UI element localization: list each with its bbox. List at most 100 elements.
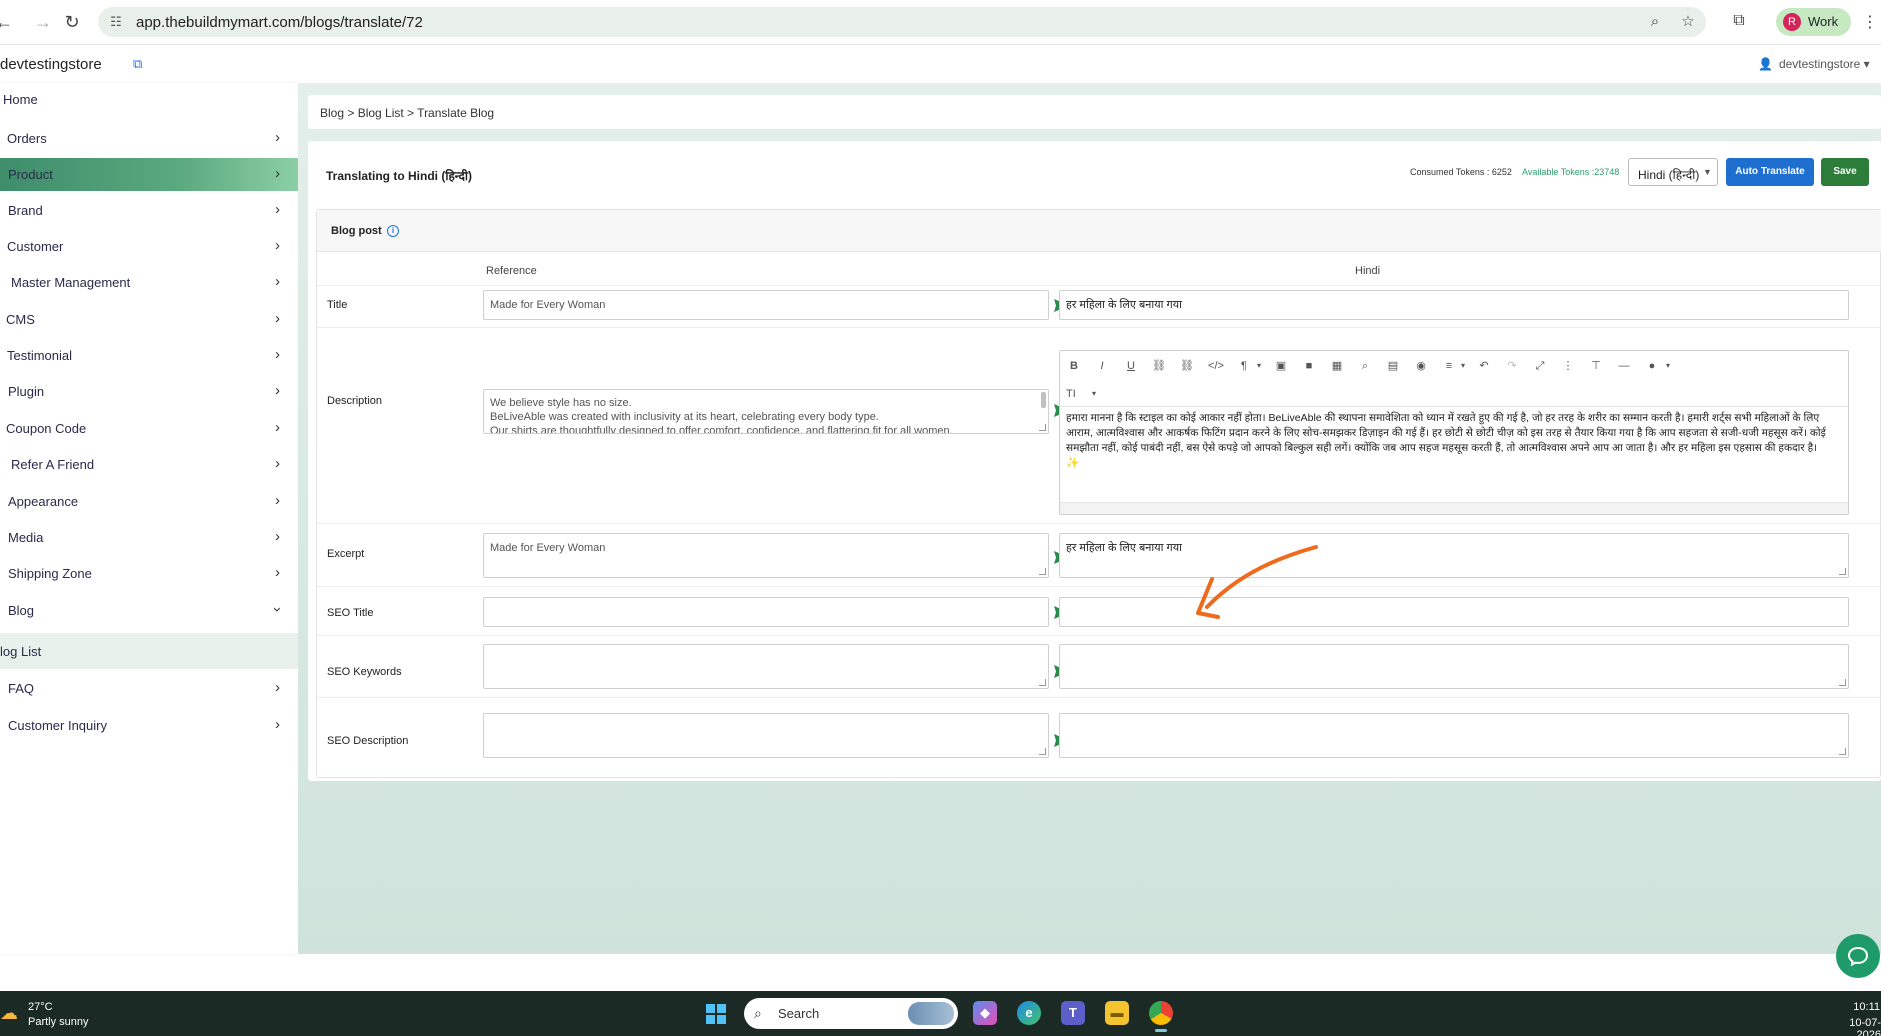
bold-icon[interactable]: B	[1066, 359, 1082, 373]
sidebar-item-master-management[interactable]: Master Management ›	[0, 266, 298, 300]
sidebar-item-plugin[interactable]: Plugin ›	[0, 375, 298, 409]
sidebar-item-customer-inquiry[interactable]: Customer Inquiry ›	[0, 709, 298, 743]
copilot-app-icon[interactable]: ◆	[973, 1001, 997, 1025]
divider	[317, 285, 1881, 286]
sidebar-item-shipping-zone[interactable]: Shipping Zone ›	[0, 557, 298, 591]
field-value: Made for Every Woman	[490, 299, 606, 311]
sidebar-item-media[interactable]: Media ›	[0, 521, 298, 555]
profile-chip[interactable]: R Work	[1776, 8, 1851, 36]
reload-icon[interactable]: ↻	[62, 12, 82, 32]
browser-menu-icon[interactable]: ⋮	[1862, 12, 1878, 32]
document-icon[interactable]: ▤	[1385, 359, 1401, 373]
chevron-right-icon: ›	[275, 528, 280, 545]
fullscreen-icon[interactable]: ⤢	[1532, 359, 1548, 373]
hindi-description-editor[interactable]: B I U ⛓ ⛓ </> ¶ ▾ ▣ ■ ▦ ⌕ ▤ ◉ ≡ ▾ ↶ ↷ ⤢ …	[1059, 350, 1849, 515]
breadcrumb-text[interactable]: Blog > Blog List > Translate Blog	[320, 106, 494, 120]
sidebar-item-appearance[interactable]: Appearance ›	[0, 485, 298, 519]
edge-app-icon[interactable]: e	[1017, 1001, 1041, 1025]
chevron-down-icon[interactable]: ▾	[1251, 359, 1267, 373]
user-menu[interactable]: 👤 devtestingstore ▾	[1758, 57, 1870, 71]
language-select[interactable]: Hindi (हिन्दी) ▼	[1628, 158, 1718, 186]
hindi-title-field[interactable]: हर महिला के लिए बनाया गया	[1059, 290, 1849, 320]
sidebar-item-label: Media	[8, 530, 44, 545]
sidebar-item-testimonial[interactable]: Testimonial ›	[0, 339, 298, 373]
sidebar-item-label: Plugin	[8, 384, 45, 399]
paragraph-icon[interactable]: ¶	[1236, 359, 1252, 373]
sidebar-item-coupon-code[interactable]: Coupon Code ›	[0, 412, 298, 446]
info-icon[interactable]: i	[387, 225, 399, 237]
chat-widget-button[interactable]	[1836, 934, 1880, 978]
preview-icon[interactable]: ◉	[1413, 359, 1429, 373]
url-text[interactable]: app.thebuildmymart.com/blogs/translate/7…	[136, 14, 423, 31]
weather-icon[interactable]: ☁	[0, 1003, 20, 1023]
address-bar[interactable]: ☷ app.thebuildmymart.com/blogs/translate…	[98, 7, 1706, 37]
language-value: Hindi (हिन्दी)	[1638, 168, 1700, 182]
chevron-down-icon[interactable]: ▾	[1086, 387, 1102, 401]
redo-icon[interactable]: ↷	[1504, 359, 1520, 373]
sidebar-item-cms[interactable]: CMS ›	[0, 303, 298, 337]
sidebar-item-label: Customer	[7, 239, 64, 254]
taskbar-search[interactable]: ⌕ Search	[744, 998, 958, 1029]
format-paint-icon[interactable]: ⊤	[1588, 359, 1604, 373]
back-icon[interactable]: ←	[0, 12, 14, 32]
sidebar-item-refer-a-friend[interactable]: Refer A Friend ›	[0, 448, 298, 482]
bookmark-star-icon[interactable]: ☆	[1679, 13, 1697, 31]
table-icon[interactable]: ▦	[1329, 359, 1345, 373]
link-icon[interactable]: ⛓	[1151, 359, 1167, 373]
more-icon[interactable]: ⋮	[1560, 359, 1576, 373]
hindi-seo-title-field[interactable]	[1059, 597, 1849, 627]
find-icon[interactable]: ⌕	[1357, 359, 1373, 373]
zoom-icon[interactable]: ⌕	[1646, 13, 1664, 31]
sidebar-item-customer[interactable]: Customer ›	[0, 230, 298, 264]
available-tokens: Available Tokens :23748	[1522, 167, 1620, 177]
external-link-icon[interactable]: ⧉	[133, 56, 147, 71]
image-icon[interactable]: ▣	[1273, 359, 1289, 373]
unlink-icon[interactable]: ⛓	[1179, 359, 1195, 373]
sidebar-item-home[interactable]: Home	[0, 83, 298, 117]
chevron-right-icon: ›	[275, 165, 280, 182]
scrollbar[interactable]	[1041, 392, 1046, 408]
sidebar-item-brand[interactable]: Brand ›	[0, 194, 298, 228]
windows-start-icon[interactable]	[706, 1004, 726, 1024]
sidebar-item-blog-list[interactable]: log List	[0, 633, 298, 669]
extensions-icon[interactable]: ⧉	[1729, 12, 1749, 32]
reference-excerpt-field[interactable]: Made for Every Woman	[483, 533, 1049, 578]
chevron-right-icon: ›	[275, 564, 280, 581]
chevron-right-icon: ›	[275, 346, 280, 363]
teams-app-icon[interactable]: T	[1061, 1001, 1085, 1025]
reference-seo-description-field[interactable]	[483, 713, 1049, 758]
forward-icon[interactable]: →	[33, 12, 53, 32]
video-icon[interactable]: ■	[1301, 359, 1317, 373]
editor-content[interactable]: हमारा मानना है कि स्टाइल का कोई आकार नही…	[1066, 411, 1842, 471]
chrome-app-icon[interactable]	[1149, 1001, 1173, 1032]
chevron-down-icon[interactable]: ▾	[1660, 359, 1676, 373]
code-icon[interactable]: </>	[1208, 359, 1224, 373]
sidebar-item-blog[interactable]: Blog ›	[0, 594, 298, 628]
reference-description-field[interactable]: We believe style has no size. BeLiveAble…	[483, 389, 1049, 434]
hindi-seo-description-field[interactable]	[1059, 713, 1849, 758]
sidebar-item-orders[interactable]: Orders ›	[0, 122, 298, 156]
site-settings-icon[interactable]: ☷	[108, 14, 124, 30]
reference-seo-keywords-field[interactable]	[483, 644, 1049, 689]
reference-title-field[interactable]: Made for Every Woman	[483, 290, 1049, 320]
underline-icon[interactable]: U	[1123, 359, 1139, 373]
color-icon[interactable]: ●	[1644, 359, 1660, 373]
save-button[interactable]: Save	[1821, 158, 1869, 186]
sidebar-item-product[interactable]: Product ›	[0, 158, 298, 191]
chevron-down-icon[interactable]: ▾	[1455, 359, 1471, 373]
sidebar-item-label: log List	[0, 644, 42, 659]
italic-icon[interactable]: I	[1094, 359, 1110, 373]
font-size-icon[interactable]: TI	[1066, 387, 1076, 401]
auto-translate-button[interactable]: Auto Translate	[1726, 158, 1814, 186]
main-content: Blog > Blog List > Translate Blog Transl…	[298, 83, 1881, 954]
hindi-excerpt-field[interactable]: हर महिला के लिए बनाया गया	[1059, 533, 1849, 578]
undo-icon[interactable]: ↶	[1476, 359, 1492, 373]
file-explorer-icon[interactable]: ▬	[1105, 1001, 1129, 1025]
chevron-right-icon: ›	[275, 455, 280, 472]
hindi-seo-keywords-field[interactable]	[1059, 644, 1849, 689]
field-value: Our shirts are thoughtfully designed to …	[490, 425, 953, 434]
sidebar-item-faq[interactable]: FAQ ›	[0, 672, 298, 706]
reference-seo-title-field[interactable]	[483, 597, 1049, 627]
sidebar: Home Orders › Product › Brand › Customer › M…	[0, 83, 298, 954]
horizontal-rule-icon[interactable]: —	[1616, 359, 1632, 373]
